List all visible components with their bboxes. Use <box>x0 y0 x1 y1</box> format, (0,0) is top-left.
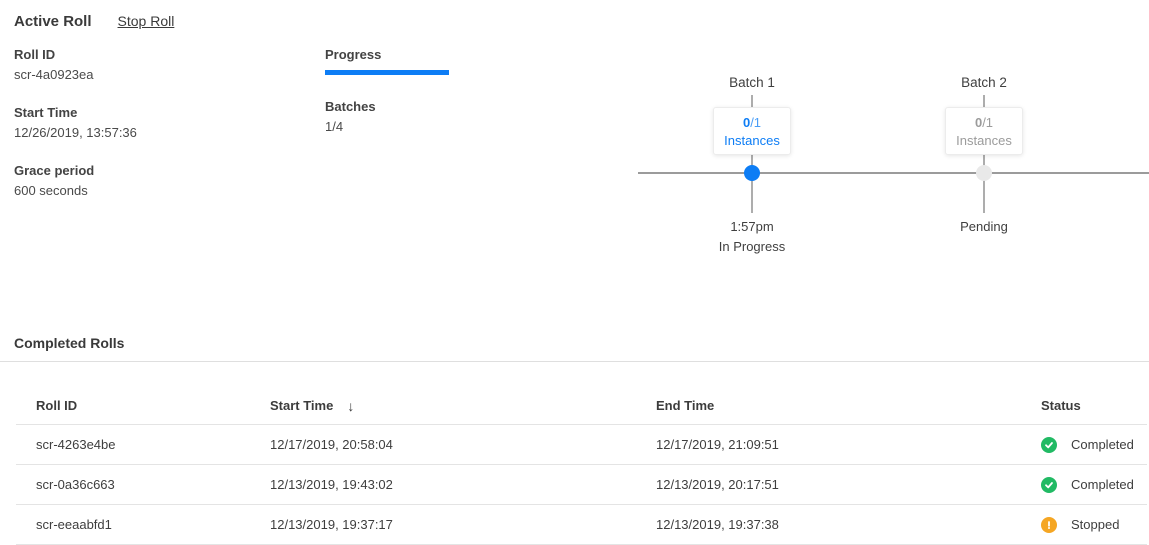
timeline-batch-1: Batch 1 0/1 Instances 1:57pm In Progress <box>692 75 812 90</box>
batch-1-status: In Progress <box>692 239 812 254</box>
roll-id-value: scr-4a0923ea <box>14 67 137 83</box>
start-time-field: Start Time 12/26/2019, 13:57:36 <box>14 105 137 141</box>
progress-bar <box>325 70 449 75</box>
active-roll-header: Active Roll Stop Roll <box>14 13 174 30</box>
batch-2-instance-count: 0/1 <box>946 114 1022 132</box>
row-roll-id: scr-4263e4be <box>16 437 250 452</box>
row-end-time: 12/13/2019, 20:17:51 <box>636 477 1021 492</box>
batch-2-name: Batch 2 <box>924 75 1044 90</box>
row-start-time: 12/13/2019, 19:43:02 <box>250 477 636 492</box>
sort-descending-icon[interactable]: ↓ <box>347 398 354 414</box>
batch-2-timeline-dot <box>976 165 992 181</box>
status-text: Completed <box>1071 437 1134 452</box>
table-row: scr-4263e4be 12/17/2019, 20:58:04 12/17/… <box>16 425 1147 465</box>
col-header-end-time: End Time <box>636 398 1021 413</box>
batch-1-instance-count: 0/1 <box>714 114 790 132</box>
col-header-start-time[interactable]: Start Time ↓ <box>250 398 636 414</box>
batch-1-timeline-dot <box>744 165 760 181</box>
row-end-time: 12/13/2019, 19:37:38 <box>636 517 1021 532</box>
timeline-batch-2: Batch 2 0/1 Instances Pending <box>924 75 1044 90</box>
batch-1-name: Batch 1 <box>692 75 812 90</box>
row-start-time: 12/13/2019, 19:37:17 <box>250 517 636 532</box>
col-header-status: Status <box>1021 398 1147 413</box>
progress-label: Progress <box>325 47 449 63</box>
table-row: scr-0a36c663 12/13/2019, 19:43:02 12/13/… <box>16 465 1147 505</box>
completed-rolls-title: Completed Rolls <box>14 335 124 351</box>
batches-label: Batches <box>325 99 449 115</box>
grace-period-value: 600 seconds <box>14 183 137 199</box>
batches-value: 1/4 <box>325 119 449 135</box>
completed-rolls-table: Roll ID Start Time ↓ End Time Status scr… <box>16 387 1147 545</box>
section-divider <box>0 361 1149 362</box>
row-status: Stopped <box>1021 517 1147 533</box>
row-status: Completed <box>1021 477 1147 493</box>
status-text: Stopped <box>1071 517 1119 532</box>
exclamation-circle-icon <box>1041 517 1057 533</box>
col-header-roll-id: Roll ID <box>16 398 250 413</box>
roll-id-field: Roll ID scr-4a0923ea <box>14 47 137 83</box>
grace-period-label: Grace period <box>14 163 137 179</box>
batch-2-instances-card: 0/1 Instances <box>945 107 1023 155</box>
check-circle-icon <box>1041 477 1057 493</box>
table-header-row: Roll ID Start Time ↓ End Time Status <box>16 387 1147 425</box>
row-status: Completed <box>1021 437 1147 453</box>
batch-1-instances-card[interactable]: 0/1 Instances <box>713 107 791 155</box>
batch-2-time: Pending <box>924 219 1044 234</box>
start-time-label: Start Time <box>14 105 137 121</box>
table-row: scr-eeaabfd1 12/13/2019, 19:37:17 12/13/… <box>16 505 1147 545</box>
batch-1-time: 1:57pm <box>692 219 812 234</box>
active-roll-title: Active Roll <box>14 13 92 30</box>
batch-1-instances-label: Instances <box>714 132 790 150</box>
status-text: Completed <box>1071 477 1134 492</box>
roll-id-label: Roll ID <box>14 47 137 63</box>
row-start-time: 12/17/2019, 20:58:04 <box>250 437 636 452</box>
roll-details: Roll ID scr-4a0923ea Start Time 12/26/20… <box>14 47 137 221</box>
stop-roll-link[interactable]: Stop Roll <box>118 13 175 29</box>
roll-dashboard: { "active_roll": { "title": "Active Roll… <box>0 0 1149 545</box>
row-roll-id: scr-0a36c663 <box>16 477 250 492</box>
grace-period-field: Grace period 600 seconds <box>14 163 137 199</box>
batch-2-instances-label: Instances <box>946 132 1022 150</box>
start-time-value: 12/26/2019, 13:57:36 <box>14 125 137 141</box>
check-circle-icon <box>1041 437 1057 453</box>
row-roll-id: scr-eeaabfd1 <box>16 517 250 532</box>
timeline-axis <box>638 172 1149 174</box>
progress-column: Progress Batches 1/4 <box>325 47 449 135</box>
row-end-time: 12/17/2019, 21:09:51 <box>636 437 1021 452</box>
